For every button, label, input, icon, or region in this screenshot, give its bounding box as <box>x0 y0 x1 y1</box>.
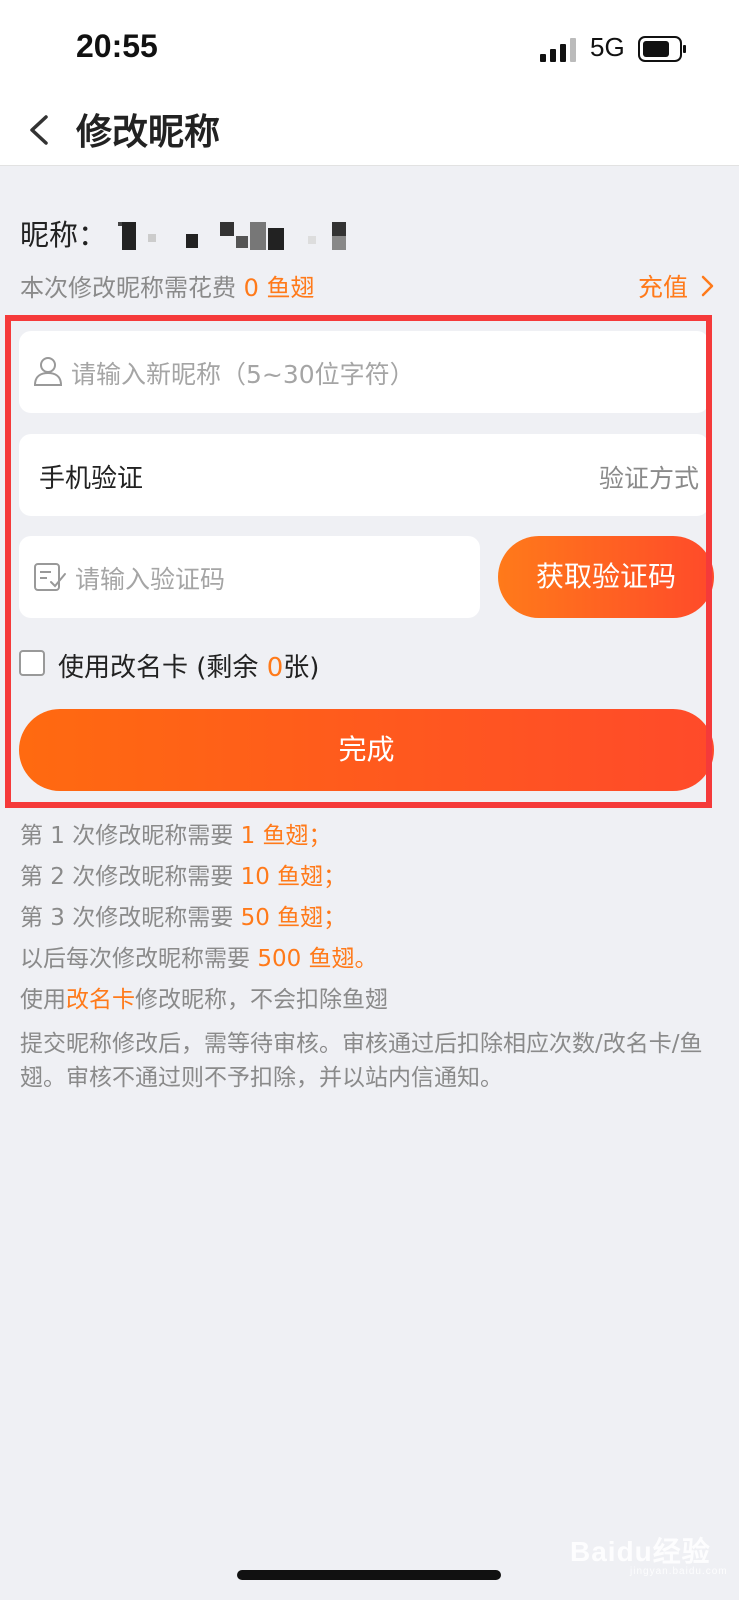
nickname-fee-text: 本次修改昵称需花费 0 鱼翅 <box>20 268 315 303</box>
rule-highlight[interactable]: 改名卡 <box>66 987 135 1013</box>
rule-item: 以后每次修改昵称需要 500 鱼翅。 <box>20 945 720 973</box>
rule-item: 第 3 次修改昵称需要 50 鱼翅； <box>20 904 720 932</box>
fee-amount: 0 鱼翅 <box>243 274 315 302</box>
rule-text: 提交昵称修改后，需等待审核。审核通过后扣除相应次数/改名卡/鱼翅。审核不通过则不… <box>20 1031 703 1091</box>
baidu-watermark-logo: Baidu经验 jingyan.baidu.com <box>570 1530 727 1577</box>
rule-item: 提交昵称修改后，需等待审核。审核通过后扣除相应次数/改名卡/鱼翅。审核不通过则不… <box>20 1027 720 1095</box>
rule-highlight: 1 鱼翅 <box>240 823 309 849</box>
rule-item: 第 1 次修改昵称需要 1 鱼翅； <box>20 822 720 850</box>
network-label: 5G <box>590 32 625 62</box>
highlight-box <box>5 315 712 808</box>
page-title: 修改昵称 <box>76 112 221 153</box>
rule-suffix: 。 <box>354 946 378 972</box>
rule-text: 第 3 次修改昵称需要 <box>20 905 241 931</box>
rule-text: 第 1 次修改昵称需要 <box>20 823 241 849</box>
nav-bar: 修改昵称 <box>0 95 739 166</box>
rule-highlight: 500 鱼翅 <box>257 946 355 972</box>
chevron-right-icon[interactable] <box>700 274 716 298</box>
battery-icon <box>638 36 686 62</box>
signal-icon <box>540 38 576 62</box>
back-arrow-icon[interactable] <box>20 109 60 151</box>
rule-item: 使用改名卡修改昵称，不会扣除鱼翅 <box>20 986 720 1014</box>
current-nickname-label: 昵称： <box>20 218 108 252</box>
rules-list: 第 1 次修改昵称需要 1 鱼翅；第 2 次修改昵称需要 10 鱼翅；第 3 次… <box>20 822 720 1108</box>
rule-highlight: 50 鱼翅 <box>240 905 324 931</box>
watermark-text: Baidu经验 <box>570 1536 711 1567</box>
watermark-url: jingyan.baidu.com <box>630 1566 728 1577</box>
rule-text: 使用 <box>20 987 66 1013</box>
rule-text: 以后每次修改昵称需要 <box>20 946 258 972</box>
rule-suffix: ； <box>323 905 347 931</box>
nickname-mosaic-image <box>118 222 346 250</box>
rule-suffix: ； <box>308 823 332 849</box>
rule-suffix: 修改昵称，不会扣除鱼翅 <box>135 987 388 1013</box>
rule-highlight: 10 鱼翅 <box>240 864 324 890</box>
status-time: 20:55 <box>76 28 158 64</box>
rule-text: 第 2 次修改昵称需要 <box>20 864 241 890</box>
rule-item: 第 2 次修改昵称需要 10 鱼翅； <box>20 863 720 891</box>
recharge-link[interactable]: 充值 <box>638 268 688 304</box>
fee-prefix: 本次修改昵称需花费 <box>20 274 244 302</box>
status-bar: 20:55 5G <box>0 0 739 95</box>
home-indicator <box>237 1570 501 1580</box>
rule-suffix: ； <box>323 864 347 890</box>
